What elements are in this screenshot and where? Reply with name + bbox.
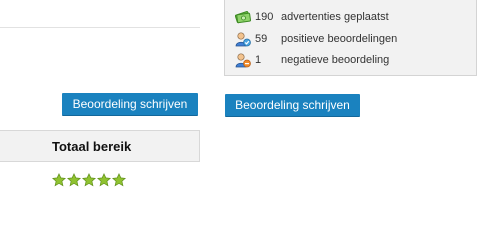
star-icon (52, 173, 66, 187)
money-icon (234, 9, 251, 25)
positive-count: 59 (255, 33, 268, 45)
stat-positive-reviews: 59 positieve beoordelingen (235, 31, 397, 47)
rating-stars (52, 173, 127, 189)
ads-label: advertenties geplaatst (281, 11, 389, 23)
user-positive-icon (235, 31, 251, 47)
negative-label: negatieve beoordeling (281, 54, 390, 66)
write-review-button-secondary[interactable]: Beoordeling schrijven (225, 94, 360, 117)
positive-label: positieve beoordelingen (281, 33, 398, 45)
ads-count: 190 (255, 11, 274, 23)
user-negative-icon (235, 52, 251, 68)
seller-stats-panel: 190 advertenties geplaatst 59 positieve … (224, 0, 477, 76)
star-icon (67, 173, 81, 187)
star-icon (112, 173, 126, 187)
write-review-button[interactable]: Beoordeling schrijven (62, 93, 198, 116)
negative-count: 1 (255, 54, 262, 66)
divider (0, 27, 200, 28)
stat-negative-reviews: 1 negatieve beoordeling (235, 52, 389, 68)
total-reach-header: Totaal bereik (0, 130, 200, 162)
stat-ads-posted: 190 advertenties geplaatst (234, 9, 389, 25)
total-reach-title: Totaal bereik (52, 139, 132, 154)
star-icon (82, 173, 96, 187)
star-icon (97, 173, 111, 187)
page: 190 advertenties geplaatst 59 positieve … (0, 0, 491, 212)
